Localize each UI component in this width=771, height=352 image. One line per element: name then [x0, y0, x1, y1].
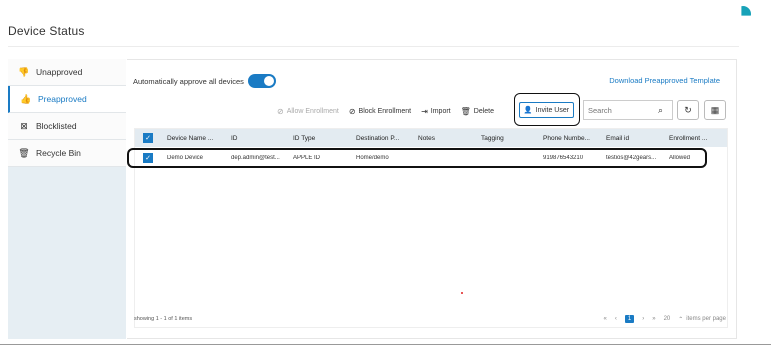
first-page-icon[interactable]: «: [604, 316, 607, 322]
sidebar-item-unapproved[interactable]: 👎 Unapproved: [8, 59, 126, 86]
prev-page-icon[interactable]: ‹: [615, 316, 617, 322]
sidebar-item-label: Unapproved: [36, 67, 83, 77]
trash-icon: 🗑: [18, 147, 30, 158]
import-label: Import: [430, 107, 451, 115]
column-header[interactable]: Device Name ...: [163, 135, 227, 142]
import-button[interactable]: ⇥ Import: [421, 107, 451, 116]
device-table: ✓ Device Name ... ID ID Type Destination…: [127, 128, 728, 328]
sidebar-item-label: Blocklisted: [36, 121, 77, 131]
download-template-link[interactable]: Download Preapproved Template: [609, 76, 720, 85]
block-enrollment-button[interactable]: ⊘ Block Enrollment: [349, 107, 411, 116]
select-all-checkbox[interactable]: ✓: [143, 133, 153, 143]
row-highlight: [127, 148, 707, 168]
refresh-icon: ↻: [684, 104, 692, 115]
check-circle-icon: ⊘: [277, 106, 284, 116]
auto-approve-toggle[interactable]: [247, 74, 276, 88]
column-header[interactable]: ID: [227, 135, 289, 142]
search-input[interactable]: [588, 105, 658, 115]
block-icon: ⊘: [348, 106, 356, 116]
import-icon: ⇥: [421, 106, 428, 116]
bottom-divider: [0, 344, 771, 345]
user-icon: 👤: [523, 107, 533, 114]
block-enrollment-label: Block Enrollment: [358, 107, 412, 115]
sidebar-item-preapproved[interactable]: 👍 Preapproved: [8, 86, 126, 113]
pagination: « ‹ 1 › » 20 ⌃ items per page: [596, 312, 726, 326]
sidebar: 👎 Unapproved 👍 Preapproved ⊠ Blocklisted…: [8, 59, 126, 339]
corner-badge: [741, 6, 751, 16]
invite-user-label: Invite User: [535, 106, 570, 114]
column-header[interactable]: Phone Numbe...: [539, 135, 602, 142]
cursor-dot: [461, 292, 463, 294]
grid-icon: ▦: [710, 104, 720, 115]
toolbar: ⊘ Allow Enrollment ⊘ Block Enrollment ⇥ …: [277, 100, 504, 122]
title-divider: [8, 46, 739, 47]
column-header[interactable]: Destination P...: [352, 135, 414, 142]
auto-approve-row: Automatically approve all devices: [133, 74, 276, 88]
auto-approve-label: Automatically approve all devices: [133, 76, 244, 86]
thumbs-up-icon: 👍: [20, 93, 32, 104]
trash-icon: 🗑: [460, 106, 471, 116]
sidebar-item-recycle-bin[interactable]: 🗑 Recycle Bin: [8, 140, 126, 167]
last-page-icon[interactable]: »: [652, 316, 655, 322]
page-number[interactable]: 1: [624, 315, 635, 323]
table-footer: showing 1 - 1 of 1 items « ‹ 1 › » 20 ⌃ …: [134, 312, 728, 326]
table-header: ✓ Device Name ... ID ID Type Destination…: [135, 129, 727, 147]
chevron-up-icon[interactable]: ⌃: [678, 316, 683, 323]
allow-enrollment-button[interactable]: ⊘ Allow Enrollment: [277, 107, 339, 116]
sidebar-item-blocklisted[interactable]: ⊠ Blocklisted: [8, 113, 126, 140]
next-page-icon[interactable]: ›: [642, 316, 644, 322]
search-box: ⌕: [583, 100, 673, 120]
sidebar-item-label: Recycle Bin: [36, 148, 81, 158]
search-icon[interactable]: ⌕: [658, 105, 663, 116]
thumbs-down-icon: 👎: [18, 66, 30, 77]
delete-button[interactable]: 🗑 Delete: [461, 107, 494, 116]
column-header[interactable]: ID Type: [289, 135, 352, 142]
blocked-icon: ⊠: [20, 120, 28, 131]
column-header[interactable]: Enrollment ...: [665, 135, 725, 142]
delete-label: Delete: [473, 107, 495, 115]
items-per-page-label: items per page: [686, 316, 726, 322]
column-header[interactable]: Email id: [602, 135, 665, 142]
invite-user-button[interactable]: 👤 Invite User: [519, 102, 574, 118]
sidebar-item-label: Preapproved: [38, 94, 87, 104]
showing-count: showing 1 - 1 of 1 items: [134, 316, 193, 322]
page-title: Device Status: [8, 24, 85, 38]
page-size-select[interactable]: 20: [664, 316, 671, 322]
column-header[interactable]: Notes: [414, 135, 477, 142]
refresh-button[interactable]: ↻: [677, 100, 699, 120]
column-settings-button[interactable]: ▦: [704, 100, 726, 120]
column-header[interactable]: Tagging: [477, 135, 539, 142]
main-panel: Automatically approve all devices Downlo…: [127, 59, 737, 339]
allow-enrollment-label: Allow Enrollment: [286, 107, 339, 115]
